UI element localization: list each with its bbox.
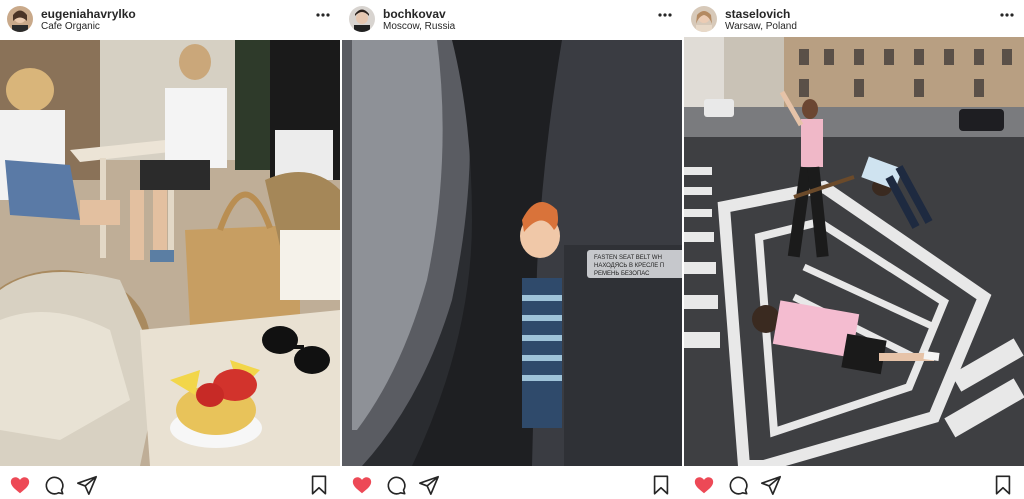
seat-sign-line-2: НАХОДЯСЬ В КРЕСЛЕ П: [594, 263, 664, 269]
seat-sign-line-3: РЕМЕНЬ БЕЗОПАС: [594, 271, 650, 277]
comment-icon[interactable]: [43, 474, 65, 496]
avatar[interactable]: [7, 6, 33, 32]
heart-filled-icon[interactable]: [693, 474, 715, 496]
action-bar: [0, 472, 340, 498]
location-link[interactable]: Cafe Organic: [41, 21, 100, 32]
location-link[interactable]: Warsaw, Poland: [725, 21, 797, 32]
post-header: staselovich Warsaw, Poland: [684, 0, 1024, 40]
post-header: bochkovav Moscow, Russia: [342, 0, 682, 40]
avatar[interactable]: [691, 6, 717, 32]
comment-icon[interactable]: [385, 474, 407, 496]
share-icon[interactable]: [760, 474, 782, 496]
more-icon[interactable]: [314, 8, 332, 22]
username[interactable]: eugeniahavrylko: [41, 7, 136, 21]
heart-filled-icon[interactable]: [351, 474, 373, 496]
post-card: bochkovav Moscow, Russia FASTEN SEAT BEL…: [342, 0, 682, 499]
username[interactable]: bochkovav: [383, 7, 446, 21]
share-icon[interactable]: [76, 474, 98, 496]
seat-sign-line-1: FASTEN SEAT BELT WH: [594, 255, 662, 261]
post-photo[interactable]: [684, 37, 1024, 466]
post-card: staselovich Warsaw, Poland: [684, 0, 1024, 499]
post-photo[interactable]: [0, 40, 340, 466]
username[interactable]: staselovich: [725, 7, 790, 21]
more-icon[interactable]: [656, 8, 674, 22]
more-icon[interactable]: [998, 8, 1016, 22]
post-card: eugeniahavrylko Cafe Organic: [0, 0, 340, 499]
bookmark-icon[interactable]: [308, 474, 330, 496]
avatar[interactable]: [349, 6, 375, 32]
post-header: eugeniahavrylko Cafe Organic: [0, 0, 340, 40]
bookmark-icon[interactable]: [650, 474, 672, 496]
share-icon[interactable]: [418, 474, 440, 496]
post-photo[interactable]: FASTEN SEAT BELT WH НАХОДЯСЬ В КРЕСЛЕ П …: [342, 40, 682, 466]
action-bar: [342, 472, 682, 498]
action-bar: [684, 472, 1024, 498]
heart-filled-icon[interactable]: [9, 474, 31, 496]
comment-icon[interactable]: [727, 474, 749, 496]
bookmark-icon[interactable]: [992, 474, 1014, 496]
location-link[interactable]: Moscow, Russia: [383, 21, 455, 32]
